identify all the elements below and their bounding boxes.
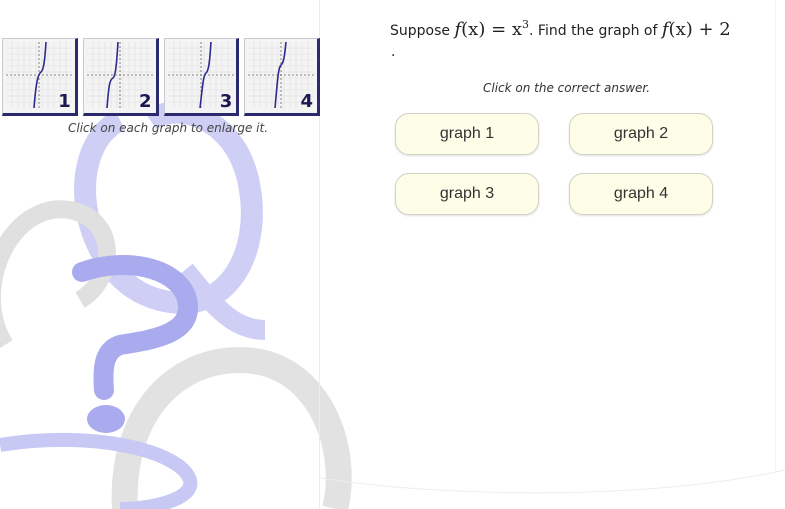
enlarge-instruction: Click on each graph to enlarge it. [68, 121, 269, 135]
graph-thumbnail-2-number: 2 [138, 91, 152, 112]
question-exponent: 3 [522, 18, 530, 31]
graph-thumbnail-2[interactable]: 2 [82, 38, 159, 116]
question-trailing-period: . [391, 44, 396, 60]
question-arg-1: (x) [461, 19, 486, 40]
graph-thumbnail-3-number: 3 [219, 91, 233, 112]
watermark-large-gray-arc [111, 346, 352, 509]
panel-right-edge [775, 0, 776, 470]
answer-graph-4-button[interactable]: graph 4 [569, 173, 713, 215]
question-math-1: f(x) = x3 [454, 18, 530, 40]
question-math-2: f(x) + 2 [662, 19, 731, 40]
question-prefix: Suppose [390, 23, 455, 39]
graph-thumbnail-1-number: 1 [58, 91, 71, 112]
watermark-question-dot [87, 405, 125, 433]
question-equals: = x [485, 19, 523, 40]
answer-graph-3-button[interactable]: graph 3 [395, 173, 539, 215]
graph-thumbnail-4[interactable]: 4 [244, 38, 320, 116]
answer-instruction: Click on the correct answer. [483, 81, 651, 95]
graph-thumbnail-3[interactable]: 3 [163, 38, 240, 116]
watermark-lavender-swoosh [0, 432, 198, 509]
question-middle: . Find the graph of [529, 23, 662, 39]
question-arg-2: (x) [668, 19, 693, 40]
graph-thumbnail-4-number: 4 [300, 91, 313, 112]
question-text: Suppose f(x) = x3. Find the graph of f(x… [390, 18, 731, 40]
question-function-2: f [661, 19, 669, 40]
answer-graph-2-button[interactable]: graph 2 [569, 113, 713, 155]
answer-graph-1-button[interactable]: graph 1 [395, 113, 539, 155]
graph-thumbnail-1[interactable]: 1 [2, 38, 78, 116]
page-bottom-curve [319, 469, 785, 494]
graph-thumbnails: 1 2 3 4 [2, 38, 320, 116]
question-plus: + 2 [692, 19, 731, 40]
